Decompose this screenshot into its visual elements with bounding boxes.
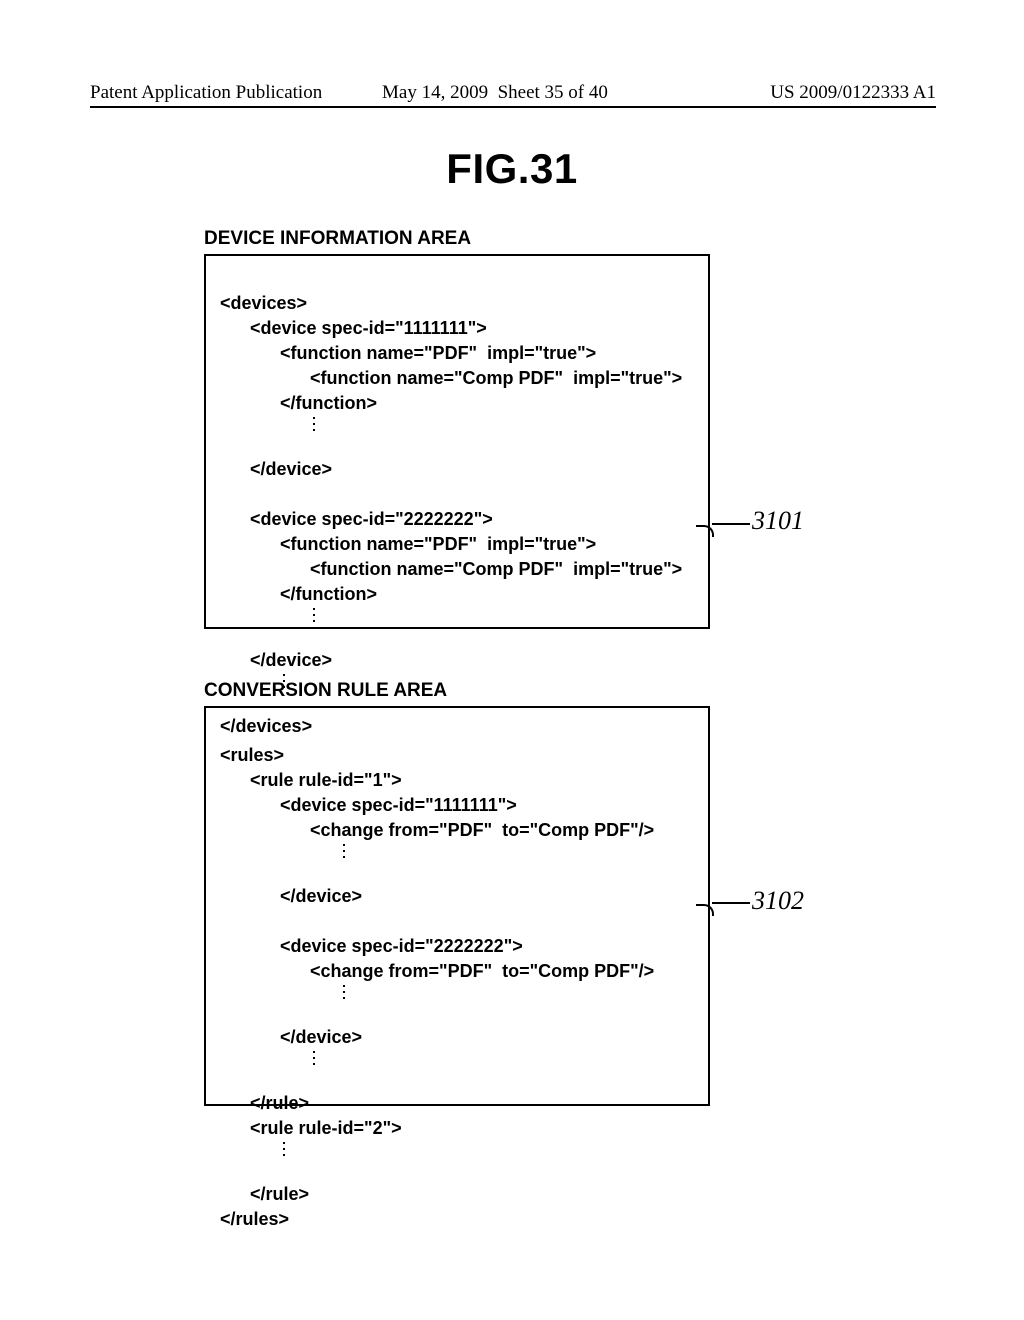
code-line: <device spec-id="1111111">	[220, 793, 517, 818]
code-line: </device>	[220, 1025, 362, 1050]
ellipsis	[220, 984, 696, 1000]
ellipsis	[220, 416, 696, 432]
code-line: </rule>	[220, 1182, 309, 1207]
ellipsis	[220, 1050, 696, 1066]
code-line: <change from="PDF" to="Comp PDF"/>	[220, 818, 654, 843]
device-area-box: <devices> <device spec-id="1111111"> <fu…	[204, 254, 710, 629]
patent-page: Patent Application Publication May 14, 2…	[0, 0, 1024, 1320]
code-line: </device>	[220, 884, 362, 909]
code-line: </rule>	[220, 1091, 309, 1116]
rule-area-label: CONVERSION RULE AREA	[204, 680, 447, 702]
figure-title: FIG.31	[0, 145, 1024, 193]
ellipsis	[220, 843, 696, 859]
reference-number-3102: 3102	[752, 886, 804, 916]
code-line: <function name="PDF" impl="true">	[220, 532, 596, 557]
code-line: <change from="PDF" to="Comp PDF"/>	[220, 959, 654, 984]
code-line: <function name="PDF" impl="true">	[220, 341, 596, 366]
reference-leader	[712, 523, 750, 525]
code-line: </rules>	[220, 1209, 289, 1229]
rule-area-box: <rules> <rule rule-id="1"> <device spec-…	[204, 706, 710, 1106]
code-line: <devices>	[220, 293, 307, 313]
header-publication: Patent Application Publication	[90, 82, 322, 104]
code-line: </function>	[220, 582, 377, 607]
code-line: </function>	[220, 391, 377, 416]
header-date: May 14, 2009	[382, 82, 488, 103]
code-line: <function name="Comp PDF" impl="true">	[220, 557, 682, 582]
code-line: <rules>	[220, 745, 284, 765]
header-sheet: Sheet 35 of 40	[498, 82, 608, 103]
header-rule	[90, 106, 936, 108]
code-line: <rule rule-id="1">	[220, 768, 402, 793]
code-line: <rule rule-id="2">	[220, 1116, 402, 1141]
reference-number-3101: 3101	[752, 506, 804, 536]
ellipsis	[220, 607, 696, 623]
code-line: <device spec-id="2222222">	[220, 507, 493, 532]
reference-leader	[712, 902, 750, 904]
code-line: </device>	[220, 648, 332, 673]
header-pubnumber: US 2009/0122333 A1	[770, 82, 936, 104]
header-date-sheet: May 14, 2009 Sheet 35 of 40	[382, 82, 608, 104]
device-area-label: DEVICE INFORMATION AREA	[204, 228, 471, 250]
code-line: <function name="Comp PDF" impl="true">	[220, 366, 682, 391]
code-line: <device spec-id="1111111">	[220, 316, 487, 341]
ellipsis	[220, 1141, 696, 1157]
code-line: </device>	[220, 457, 332, 482]
code-line: <device spec-id="2222222">	[220, 934, 523, 959]
page-header: Patent Application Publication May 14, 2…	[90, 82, 936, 104]
